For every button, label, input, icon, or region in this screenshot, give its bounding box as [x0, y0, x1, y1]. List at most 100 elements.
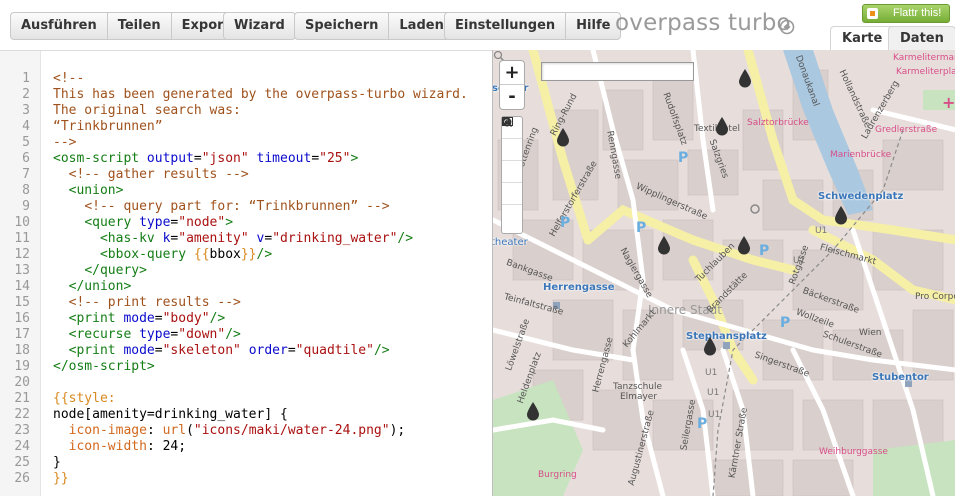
map-label-tanzschule: Tanzschule — [613, 382, 663, 392]
query-editor[interactable]: 1 <!-- 2 This has been generated by the ove… — [0, 50, 492, 496]
map-view[interactable]: Innere Stadt Herrengasse Stephansplatz S… — [492, 50, 955, 496]
code-line[interactable]: 24 icon-width: 24; — [14, 439, 468, 455]
code-token: <!-- — [53, 71, 85, 86]
zoom-out-button[interactable]: - — [500, 85, 524, 109]
map-search-input[interactable] — [541, 62, 694, 81]
code-token: > — [350, 151, 359, 166]
line-number: 10 — [14, 215, 30, 230]
code-token: <has-kv — [99, 231, 163, 246]
code-line[interactable]: 25} — [14, 455, 468, 471]
map-label-weihburggasse: Weihburggasse — [819, 447, 888, 457]
code-token: "node" — [178, 215, 226, 230]
code-token: "amenity" — [178, 231, 249, 246]
drinking-water-marker-icon[interactable] — [703, 336, 717, 356]
code-line[interactable]: 16 <print mode="body"/> — [14, 311, 468, 327]
zoom-in-button[interactable]: + — [500, 61, 524, 85]
line-number: 5 — [22, 135, 30, 150]
code-token: </query> — [84, 263, 147, 278]
map-label-salztorbruecke: Salztorbrücke — [747, 118, 809, 128]
drinking-water-marker-icon[interactable] — [715, 116, 729, 136]
code-token: {{style: — [53, 391, 116, 406]
save-button[interactable]: Speichern — [295, 13, 390, 39]
map-label-stephansplatz: Stephansplatz — [686, 331, 767, 342]
code-line[interactable]: 8 <union> — [22, 183, 468, 199]
code-line[interactable]: 13 </query> — [14, 263, 468, 279]
toggle-wide-map-icon[interactable] — [502, 118, 522, 205]
settings-button[interactable]: Einstellungen — [445, 13, 567, 39]
flattr-button[interactable]: Flattr this! — [862, 4, 950, 23]
tab-data[interactable]: Daten — [888, 26, 955, 50]
code-token: “Trinkbrunnen” — [53, 119, 163, 134]
map-label-u1-5: U1 — [708, 410, 721, 420]
code-line[interactable]: 3 The original search was: — [22, 103, 468, 119]
code-token: </osm-script> — [53, 359, 155, 374]
code-token: = — [287, 343, 296, 358]
code-line[interactable]: 5 --> — [22, 135, 468, 151]
code-line[interactable]: 1 <!-- — [22, 71, 468, 87]
code-line[interactable]: 12 <bbox-query {{bbox}}/> — [14, 247, 468, 263]
map-label-karmelitermarkt: Karmelitermarkt — [893, 53, 955, 63]
code-token: This has been generated by the overpass-… — [53, 87, 468, 102]
code-token: "quadtile" — [295, 343, 374, 358]
clear-data-icon[interactable] — [502, 117, 522, 227]
code-line[interactable]: 10 <query type="node"> — [14, 215, 468, 231]
code-line[interactable]: 17 <recurse type="down"/> — [14, 327, 468, 343]
code-line[interactable]: 21 {{style: — [14, 391, 468, 407]
wizard-button[interactable]: Wizard — [224, 13, 295, 39]
code-token: "icons/maki/water-24.png" — [193, 423, 390, 438]
run-button[interactable]: Ausführen — [11, 13, 108, 39]
line-number: 25 — [14, 455, 30, 470]
code-token: /> — [373, 343, 390, 358]
code-line[interactable]: 23 icon-image: url("icons/maki/water-24.… — [14, 423, 468, 439]
drinking-water-marker-icon[interactable] — [737, 235, 751, 255]
line-number: 20 — [14, 375, 30, 390]
code-line[interactable]: 2 This has been generated by the overpass… — [22, 87, 468, 103]
code-line[interactable]: 19 </osm-script> — [14, 359, 468, 375]
code-token: > — [225, 215, 234, 230]
run-share-export-group: Ausführen Teilen Export — [10, 12, 241, 40]
code-line[interactable]: 18 <print mode="skeleton" order="quadtil… — [14, 343, 468, 359]
code-token: } — [53, 455, 61, 470]
line-number: 21 — [14, 391, 30, 406]
code-area[interactable]: 1 <!-- 2 This has been generated by the ove… — [14, 71, 468, 487]
help-button[interactable]: Hilfe — [566, 13, 620, 39]
code-token: /> — [256, 247, 273, 262]
share-button[interactable]: Teilen — [108, 13, 172, 39]
code-line[interactable]: 22 node[amenity=drinking_water] { — [14, 407, 468, 423]
drinking-water-marker-icon[interactable] — [556, 127, 570, 147]
map-label-schwedenplatz: Schwedenplatz — [818, 191, 904, 202]
drinking-water-marker-icon[interactable] — [738, 68, 752, 88]
drinking-water-marker-icon[interactable] — [834, 205, 848, 225]
line-number: 2 — [22, 87, 30, 102]
code-token: }} — [240, 247, 257, 262]
code-line[interactable]: 9 <!-- query part for: “Trinkbrunnen” --… — [22, 199, 468, 215]
tab-map[interactable]: Karte — [830, 26, 895, 50]
code-line[interactable]: 4 “Trinkbrunnen” — [22, 119, 468, 135]
map-label-karmeliterplatz: Karmeliterplatz — [896, 67, 955, 77]
code-line[interactable]: 20 — [14, 375, 468, 391]
code-line[interactable]: 26}} — [14, 471, 468, 487]
code-line[interactable]: 11 <has-kv k="amenity" v="drinking_water… — [14, 231, 468, 247]
my-location-icon[interactable] — [502, 117, 522, 161]
code-token: timeout — [256, 151, 312, 166]
code-token: /> — [209, 311, 226, 326]
drinking-water-marker-icon[interactable] — [526, 401, 540, 421]
map-label-u1-3: U1 — [705, 368, 718, 378]
code-token: : 24; — [146, 439, 187, 454]
flattr-icon — [867, 8, 878, 19]
code-line[interactable]: 6 <osm-script output="json" timeout="25"> — [22, 151, 468, 167]
code-line[interactable]: 15 <!-- print results --> — [14, 295, 468, 311]
code-token: <print — [68, 311, 124, 326]
code-line[interactable]: 7 <!-- gather results --> — [22, 167, 468, 183]
code-token: The original search was: — [53, 103, 241, 118]
code-token: mode — [123, 311, 155, 326]
line-number: 18 — [14, 343, 30, 358]
export-image-icon[interactable] — [502, 117, 522, 183]
code-line[interactable]: 14 </union> — [14, 279, 468, 295]
drinking-water-marker-icon[interactable] — [657, 235, 671, 255]
